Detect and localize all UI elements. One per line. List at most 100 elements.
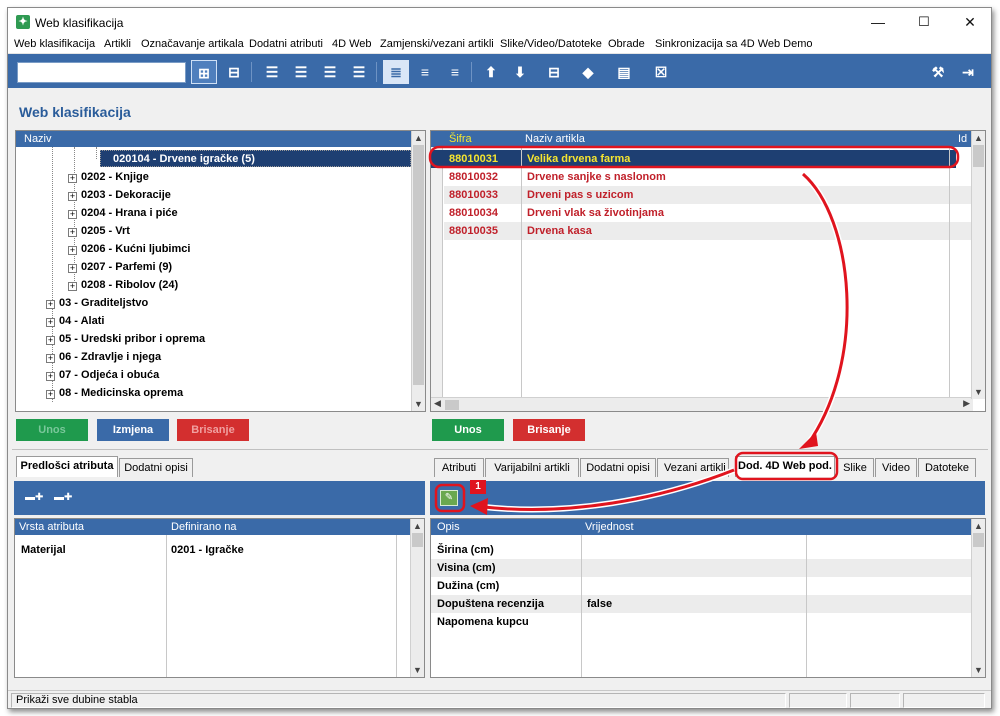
menu-web-klasifikacija[interactable]: Web klasifikacija [14, 38, 95, 50]
menu-obrade[interactable]: Obrade [608, 38, 645, 50]
list-add-icon[interactable]: ☰ [288, 60, 314, 84]
scroll-down-icon: ▼ [413, 665, 422, 675]
table-row[interactable]: 88010034 Drveni vlak sa životinjama [431, 204, 971, 222]
view-large-icon[interactable]: ≣ [383, 60, 409, 84]
tree-scrollbar[interactable]: ▲ ▼ [411, 131, 425, 411]
tab-vezani-artikli[interactable]: Vezani artikli [657, 458, 729, 477]
view-small-icon[interactable]: ≡ [442, 60, 468, 84]
tree-node[interactable]: +05 - Uredski pribor i oprema [46, 330, 205, 348]
filter-settings-icon[interactable]: ⚒ [925, 60, 951, 84]
list-export-icon[interactable]: ☰ [259, 60, 285, 84]
tab-slike[interactable]: Slike [836, 458, 874, 477]
table-row[interactable]: 88010031 Velika drvena farma [431, 150, 956, 168]
tree-node[interactable]: +03 - Graditeljstvo [46, 294, 148, 312]
menu-artikli[interactable]: Artikli [104, 38, 131, 50]
page-title: Web klasifikacija [19, 104, 131, 120]
tree-collapse-icon[interactable]: ⊟ [221, 60, 247, 84]
table-row[interactable]: 88010035 Drvena kasa [444, 222, 984, 240]
move-down-icon[interactable]: ⬇ [507, 60, 533, 84]
attributes-scrollbar[interactable]: ▲ ▼ [410, 519, 424, 677]
unos-button-left[interactable]: Unos [16, 419, 88, 441]
brisanje-button-left[interactable]: Brisanje [177, 419, 249, 441]
expand-icon: + [68, 263, 77, 273]
table-row[interactable]: Širina (cm) [431, 541, 973, 559]
close-button[interactable]: ✕ [947, 8, 991, 36]
search-input[interactable] [17, 62, 186, 83]
status-text: Prikaži sve dubine stabla [11, 693, 786, 708]
attributes-panel: Vrsta atributa Definirano na Materijal 0… [14, 518, 425, 678]
menu-sinkronizacija[interactable]: Sinkronizacija sa 4D Web Demo [655, 38, 813, 50]
menu-slike-video-datoteke[interactable]: Slike/Video/Datoteke [500, 38, 602, 50]
view-medium-icon[interactable]: ≡ [412, 60, 438, 84]
move-up-icon[interactable]: ⬆ [478, 60, 504, 84]
tree-node[interactable]: +07 - Odjeća i obuća [46, 366, 159, 384]
web-data-panel: Opis Vrijednost Širina (cm) Visina (cm) … [430, 518, 986, 678]
tree-structure-icon[interactable]: ⊟ [541, 60, 567, 84]
table-row[interactable]: 88010032 Drvene sanjke s naslonom [431, 168, 971, 186]
scroll-up-icon: ▲ [974, 133, 983, 143]
articles-scrollbar[interactable]: ▲ ▼ [971, 131, 985, 399]
tree-node[interactable]: +08 - Medicinska oprema [46, 384, 183, 402]
izmjena-button[interactable]: Izmjena [97, 419, 169, 441]
tag-icon[interactable]: ◆ [575, 60, 601, 84]
expand-icon: + [46, 353, 55, 363]
scroll-down-icon: ▼ [974, 665, 983, 675]
tree-selected-node[interactable]: 020104 - Drvene igračke (5) [100, 150, 411, 167]
add-attribute-icon[interactable]: ▬✚ [25, 491, 43, 505]
tab-video[interactable]: Video [875, 458, 917, 477]
brisanje-button-right[interactable]: Brisanje [513, 419, 585, 441]
articles-panel: Šifra Naziv artikla Id 88010031 Velika dr… [430, 130, 986, 412]
tab-atributi[interactable]: Atributi [434, 458, 484, 477]
tree-node[interactable]: +0205 - Vrt [68, 222, 130, 240]
document-icon[interactable]: ▤ [611, 60, 637, 84]
scroll-down-icon: ▼ [414, 399, 423, 409]
scroll-down-icon: ▼ [974, 387, 983, 397]
web-data-toolbar: ✎ [430, 481, 985, 515]
table-row[interactable]: Dopuštena recenzija false [431, 595, 973, 613]
tab-dodatni-opisi[interactable]: Dodatni opisi [580, 458, 656, 477]
scroll-up-icon: ▲ [974, 521, 983, 531]
maximize-button[interactable]: ☐ [901, 8, 947, 36]
menu-bar: Web klasifikacija Artikli Označavanje ar… [8, 36, 991, 54]
tree-node[interactable]: +0202 - Knjige [68, 168, 149, 186]
articles-hscrollbar[interactable]: ◀ ▶ [431, 397, 973, 411]
table-row[interactable]: Visina (cm) [431, 559, 973, 577]
toolbar: ⊞ ⊟ ☰ ☰ ☰ ☰ ≣ ≡ ≡ ⬆ ⬇ ⊟ ◆ ▤ ☒ ⚒ ⇥ [8, 54, 991, 88]
cancel-icon[interactable]: ☒ [648, 60, 674, 84]
minimize-button[interactable]: — [855, 8, 901, 36]
exit-icon[interactable]: ⇥ [955, 60, 981, 84]
attributes-toolbar: ▬✚ ▬✚ [14, 481, 425, 515]
menu-4d-web[interactable]: 4D Web [332, 38, 372, 50]
tree-expand-icon[interactable]: ⊞ [191, 60, 217, 84]
table-row[interactable]: Materijal 0201 - Igračke [15, 541, 412, 559]
expand-icon: + [68, 281, 77, 291]
edit-icon[interactable]: ✎ [440, 490, 458, 506]
menu-oznacavanje-artikala[interactable]: Označavanje artikala [141, 38, 244, 50]
table-row[interactable]: Napomena kupcu [431, 613, 973, 631]
status-bar: Prikaži sve dubine stabla [8, 690, 991, 708]
expand-icon: + [68, 227, 77, 237]
app-window: ✦ Web klasifikacija — ☐ ✕ Web klasifikac… [7, 7, 992, 709]
list-remove-icon[interactable]: ☰ [317, 60, 343, 84]
tree-node[interactable]: +06 - Zdravlje i njega [46, 348, 161, 366]
articles-header: Šifra Naziv artikla Id [431, 131, 985, 147]
tree-node[interactable]: +04 - Alati [46, 312, 104, 330]
web-data-scrollbar[interactable]: ▲ ▼ [971, 519, 985, 677]
tree-node[interactable]: +0203 - Dekoracije [68, 186, 171, 204]
menu-zamjenski-vezani[interactable]: Zamjenski/vezani artikli [380, 38, 494, 50]
tab-datoteke[interactable]: Datoteke [918, 458, 976, 477]
table-row[interactable]: Dužina (cm) [431, 577, 973, 595]
table-row[interactable]: 88010033 Drveni pas s uzicom [444, 186, 984, 204]
add-attribute-all-icon[interactable]: ▬✚ [54, 491, 72, 505]
list-refresh-icon[interactable]: ☰ [346, 60, 372, 84]
tree-node[interactable]: +0206 - Kućni ljubimci [68, 240, 190, 258]
tab-varijabilni-artikli[interactable]: Varijabilni artikli [485, 458, 579, 477]
tree-node[interactable]: +0208 - Ribolov (24) [68, 276, 178, 294]
tab-predlosci-atributa[interactable]: Predlošci atributa [16, 456, 118, 477]
menu-dodatni-atributi[interactable]: Dodatni atributi [249, 38, 323, 50]
tab-dod-4d-web-pod[interactable]: Dod. 4D Web pod. [735, 456, 835, 477]
unos-button-right[interactable]: Unos [432, 419, 504, 441]
tree-node[interactable]: +0207 - Parfemi (9) [68, 258, 172, 276]
tab-dodatni-opisi-left[interactable]: Dodatni opisi [119, 458, 193, 477]
tree-node[interactable]: +0204 - Hrana i piće [68, 204, 178, 222]
